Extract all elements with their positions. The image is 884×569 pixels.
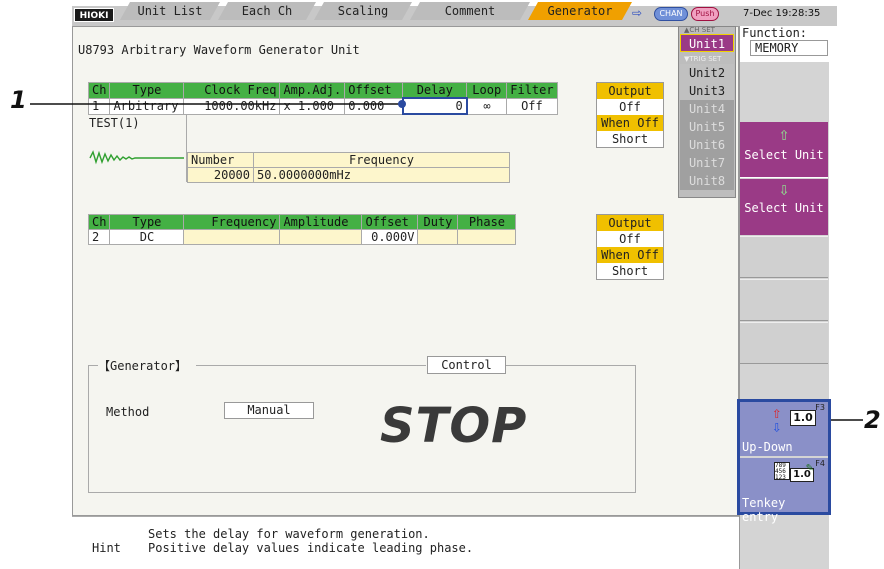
method-label: Method [106, 405, 150, 419]
ch2-header-duty: Duty [417, 214, 459, 230]
number-label: Number [187, 152, 254, 168]
ch1-value-loop[interactable]: ∞ [466, 97, 508, 115]
select-unit-down-label: Select Unit [744, 201, 824, 215]
frequency-label: Frequency [253, 152, 510, 168]
ch2-value-amplitude [279, 229, 363, 245]
number-frequency-table: Number Frequency 20000 50.0000000mHz [187, 152, 510, 183]
unit-item-3[interactable]: Unit3 [680, 82, 734, 100]
tab-comment[interactable]: Comment [410, 2, 530, 20]
ch2-value-frequency [183, 229, 281, 245]
ch2-header-ch: Ch [87, 214, 111, 230]
function-label: Function: [742, 26, 808, 40]
number-value[interactable]: 20000 [187, 167, 254, 183]
frame-top-mid [196, 365, 426, 366]
ch1-header-loop: Loop [466, 82, 508, 99]
function-value: MEMORY [750, 40, 828, 56]
unit-item-2[interactable]: Unit2 [680, 64, 734, 82]
empty-function-key [740, 279, 828, 321]
tab-generator[interactable]: Generator [528, 2, 632, 20]
f4-key-tag: F4 [815, 459, 825, 468]
arrow-down-icon: ⇩ [778, 179, 790, 200]
ch1-output-value[interactable]: Off [597, 99, 663, 115]
hint-line-2: Positive delay values indicate leading p… [148, 541, 474, 555]
tab-unit-list[interactable]: Unit List [120, 2, 220, 20]
tab-each-ch[interactable]: Each Ch [218, 2, 316, 20]
up-down-label: Up-Down [742, 440, 793, 454]
ch2-header-frequency: Frequency [183, 214, 281, 230]
ch2-header-offset: Offset [361, 214, 419, 230]
tenkey-entry-button[interactable]: F4 789 456 123 1.0 ✎ Tenkey entry [740, 458, 828, 524]
tenkey-entry-label: Tenkey entry [742, 496, 786, 524]
pencil-icon: ✎ [806, 460, 814, 474]
up-down-button[interactable]: F3 ⇧ ⇩ 1.0 Up-Down [740, 402, 828, 456]
waveform-preview-icon [89, 150, 184, 165]
waveform-file-name: TEST(1) [89, 116, 140, 130]
hioki-logo: HIOKI [74, 8, 114, 22]
ch2-output-box: Output Off When Off Short [596, 214, 664, 280]
arrow-up-icon: ⇧ [778, 124, 790, 145]
ch1-whenoff-value[interactable]: Short [597, 131, 663, 147]
ch2-output-label: Output [597, 215, 663, 231]
select-unit-up-label: Select Unit [744, 148, 824, 162]
callout-number-1: 1 [10, 86, 27, 114]
generator-section-label: 【Generator】 [98, 357, 188, 374]
hint-label: Hint [92, 541, 121, 555]
ch2-value-offset[interactable]: 0.000V [361, 229, 419, 245]
ch2-whenoff-value[interactable]: Short [597, 263, 663, 279]
select-unit-down-button[interactable]: ⇩ Select Unit [740, 179, 828, 235]
push-button[interactable]: Push [691, 7, 719, 21]
ch2-value-duty [417, 229, 459, 245]
ch2-output-value[interactable]: Off [597, 231, 663, 247]
trig-set-tag: ▼TRIG SET [684, 55, 722, 63]
frequency-value: 50.0000000mHz [253, 167, 510, 183]
hint-line-1: Sets the delay for waveform generation. [148, 527, 430, 541]
keypad-icon: 789 456 123 [774, 462, 790, 481]
unit-item-8: Unit8 [680, 172, 734, 190]
f3-key-tag: F3 [815, 403, 825, 412]
unit-item-4: Unit4 [680, 100, 734, 118]
frame-top-left [88, 365, 98, 366]
unit-item-6: Unit6 [680, 136, 734, 154]
ch2-header-amplitude: Amplitude [279, 214, 363, 230]
ch2-header-type: Type [109, 214, 185, 230]
unit-item-7: Unit7 [680, 154, 734, 172]
up-down-arrows-icon: ⇧ ⇩ [772, 403, 782, 436]
unit-item-5: Unit5 [680, 118, 734, 136]
generator-status: STOP [380, 398, 528, 454]
frame-top-right [506, 365, 636, 366]
ch-set-tag: ▲CH SET [684, 26, 715, 34]
tab-scaling[interactable]: Scaling [314, 2, 412, 20]
callout-1-leader [30, 100, 406, 108]
ch2-settings-table: Ch Type Frequency Amplitude Offset Duty … [87, 214, 517, 245]
control-button[interactable]: Control [427, 356, 506, 374]
ch2-header-phase: Phase [457, 214, 517, 230]
ch1-header-delay: Delay [402, 82, 468, 99]
ch2-value-phase [457, 229, 517, 245]
empty-function-key [740, 236, 828, 278]
ch1-output-box: Output Off When Off Short [596, 82, 664, 148]
ch2-whenoff-label: When Off [597, 247, 663, 263]
unit-item-1[interactable]: Unit1 [680, 34, 734, 52]
empty-function-key [740, 322, 828, 364]
datetime: 7-Dec 19:28:35 [743, 8, 821, 19]
ch1-whenoff-label: When Off [597, 115, 663, 131]
ch2-value-type[interactable]: DC [109, 229, 185, 245]
ch1-header-filter: Filter [506, 82, 558, 99]
generator-frame [88, 365, 636, 493]
link-arrow-icon: ⇨ [632, 6, 643, 20]
chan-button[interactable]: CHAN [654, 7, 688, 21]
ch1-value-filter[interactable]: Off [506, 97, 558, 115]
ch1-delay-field[interactable]: 0 [401, 97, 468, 115]
ch2-value-ch: 2 [87, 229, 111, 245]
unit-title: U8793 Arbitrary Waveform Generator Unit [78, 43, 360, 57]
value-box-icon: 1.0 [790, 410, 816, 426]
select-unit-up-button[interactable]: ⇧ Select Unit [740, 122, 828, 178]
ch1-output-label: Output [597, 83, 663, 99]
callout-2-leader [831, 419, 863, 421]
method-select[interactable]: Manual [224, 402, 314, 419]
callout-number-2: 2 [864, 406, 881, 434]
